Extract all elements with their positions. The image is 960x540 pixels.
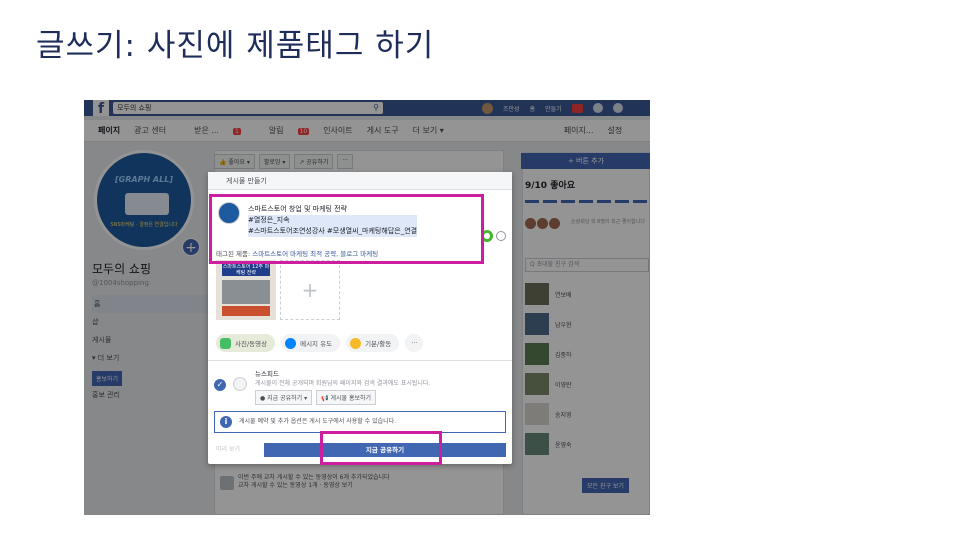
- info-text: 게시물 예약 및 추가 옵션은 게시 도구에서 사용할 수 있습니다.: [239, 418, 397, 425]
- feeling-label: 기분/활동: [365, 340, 392, 348]
- thumbnail-caption: 스마트스토어 12주 마케팅 전략: [222, 264, 270, 276]
- divider: [208, 360, 512, 361]
- photo-icon: [220, 337, 231, 349]
- thumbnail-banner: [222, 306, 270, 316]
- photo-video-chip[interactable]: 사진/동영상: [216, 334, 276, 352]
- boost-post-button[interactable]: 📢 게시물 홍보하기: [316, 390, 377, 405]
- smile-icon: [350, 337, 362, 349]
- share-now-dropdown[interactable]: ● 지금 공유하기 ▾: [255, 390, 313, 405]
- slide-title: 글쓰기: 사진에 제품태그 하기: [36, 28, 435, 64]
- photo-video-label: 사진/동영상: [235, 340, 268, 348]
- message-chip[interactable]: 메시지 유도: [281, 334, 341, 352]
- messenger-icon: [285, 337, 297, 349]
- newsfeed-checkbox[interactable]: ✓: [214, 379, 226, 391]
- more-options-chip[interactable]: ···: [405, 334, 424, 352]
- message-label: 메시지 유도: [300, 340, 333, 348]
- feeling-chip[interactable]: 기분/활동: [346, 334, 400, 352]
- dialog-title: 게시물 만들기: [208, 172, 512, 190]
- highlight-post-text-box: [209, 194, 484, 264]
- info-icon: i: [220, 416, 232, 428]
- newsfeed-title: 뉴스피드: [255, 370, 279, 378]
- newsfeed-description: 게시물이 전체 공개되며 회원님의 페이지와 검색 결과에도 표시됩니다.: [255, 380, 431, 387]
- thumbnail-image: [222, 280, 270, 304]
- post-option-chips: 사진/동영상 메시지 유도 기분/활동 ···: [216, 334, 424, 352]
- newsfeed-buttons: ● 지금 공유하기 ▾ 📢 게시물 홍보하기: [255, 390, 377, 405]
- photo-thumbnail[interactable]: 스마트스토어 12주 마케팅 전략: [216, 260, 276, 320]
- preview-button[interactable]: 미리 보기: [216, 444, 240, 453]
- newsfeed-icon: [233, 377, 247, 391]
- add-photo-button[interactable]: +: [280, 260, 340, 320]
- publishing-tools-info: i 게시물 예약 및 추가 옵션은 게시 도구에서 사용할 수 있습니다.: [214, 411, 506, 433]
- highlight-share-button-box: [320, 431, 442, 465]
- emoji-icon[interactable]: [496, 231, 506, 241]
